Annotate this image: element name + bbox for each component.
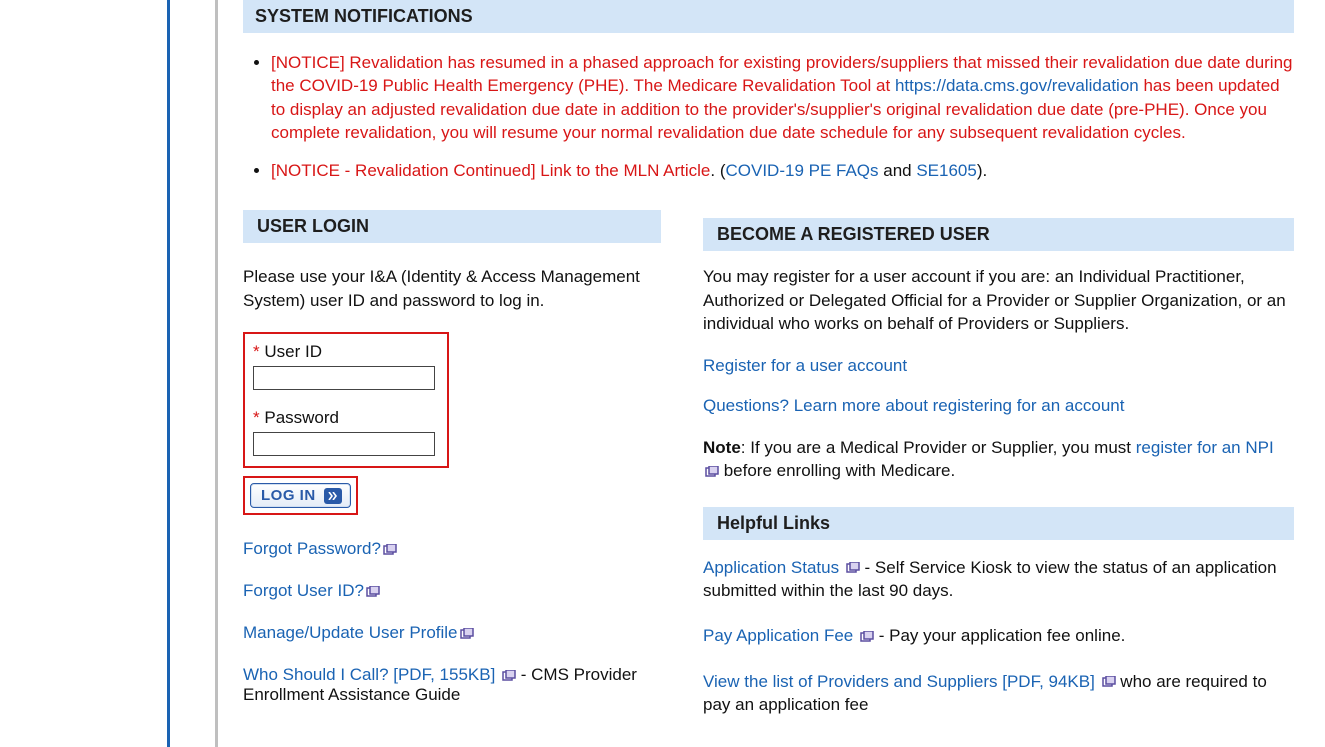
who-should-i-call-link[interactable]: Who Should I Call? [PDF, 155KB] [243, 665, 495, 684]
login-intro-text: Please use your I&A (Identity & Access M… [243, 265, 648, 312]
external-link-icon [846, 562, 860, 574]
note-after: before enrolling with Medicare. [719, 461, 955, 480]
external-link-icon [1102, 676, 1116, 688]
login-button[interactable]: LOG IN [250, 483, 351, 508]
note-row: Note: If you are a Medical Provider or S… [703, 436, 1294, 483]
register-column: BECOME A REGISTERED USER You may registe… [703, 210, 1294, 739]
se1605-link[interactable]: SE1605 [916, 161, 977, 180]
content-panel: SYSTEM NOTIFICATIONS [NOTICE] Revalidati… [215, 0, 1319, 747]
login-button-label: LOG IN [261, 487, 316, 504]
notice-text: . ( [710, 161, 725, 180]
login-help-links: Forgot Password? Forgot User ID? Manage/… [243, 539, 648, 705]
required-star-icon: * [253, 408, 260, 427]
external-link-icon [502, 670, 516, 682]
external-link-icon [366, 586, 380, 598]
register-npi-link[interactable]: register for an NPI [1136, 438, 1274, 457]
notices-list: [NOTICE] Revalidation has resumed in a p… [243, 51, 1294, 182]
external-link-icon [860, 631, 874, 643]
view-providers-suppliers-link[interactable]: View the list of Providers and Suppliers… [703, 672, 1095, 691]
register-intro-text: You may register for a user account if y… [703, 265, 1294, 335]
login-button-highlight: LOG IN [243, 476, 358, 515]
login-column: USER LOGIN Please use your I&A (Identity… [243, 210, 648, 727]
user-login-header: USER LOGIN [243, 210, 661, 243]
note-bold: Note [703, 438, 741, 457]
notice-text: ). [977, 161, 987, 180]
required-star-icon: * [253, 342, 260, 361]
pay-fee-desc: - Pay your application fee online. [874, 626, 1125, 645]
password-label: * Password [253, 408, 439, 428]
system-notifications-header: SYSTEM NOTIFICATIONS [243, 0, 1294, 33]
password-input[interactable] [253, 432, 435, 456]
external-link-icon [460, 628, 474, 640]
chevron-right-icon [324, 488, 342, 504]
pay-application-fee-link[interactable]: Pay Application Fee [703, 626, 853, 645]
external-link-icon [705, 466, 719, 478]
forgot-userid-link[interactable]: Forgot User ID? [243, 581, 364, 600]
covid-faqs-link[interactable]: COVID-19 PE FAQs [725, 161, 878, 180]
login-form-box: * User ID * Password [243, 332, 449, 468]
become-registered-user-header: BECOME A REGISTERED USER [703, 218, 1294, 251]
password-label-text: Password [264, 408, 339, 427]
forgot-password-link[interactable]: Forgot Password? [243, 539, 381, 558]
revalidation-link-b[interactable]: .cms.gov/revalidation [979, 76, 1139, 95]
helpful-links-list: Application Status - Self Service Kiosk … [703, 556, 1294, 717]
helpful-links-header: Helpful Links [703, 507, 1294, 540]
userid-label-text: User ID [264, 342, 322, 361]
manage-profile-link[interactable]: Manage/Update User Profile [243, 623, 458, 642]
notice-item: [NOTICE] Revalidation has resumed in a p… [271, 51, 1294, 145]
note-text: : If you are a Medical Provider or Suppl… [741, 438, 1136, 457]
application-status-link[interactable]: Application Status [703, 558, 839, 577]
register-account-link[interactable]: Register for a user account [703, 356, 907, 375]
questions-register-link[interactable]: Questions? Learn more about registering … [703, 396, 1124, 415]
notice-item: [NOTICE - Revalidation Continued] Link t… [271, 159, 1294, 182]
revalidation-link-a[interactable]: https://data [895, 76, 979, 95]
userid-input[interactable] [253, 366, 435, 390]
userid-label: * User ID [253, 342, 439, 362]
notice-red-text: [NOTICE - Revalidation Continued] Link t… [271, 161, 710, 180]
external-link-icon [383, 544, 397, 556]
notice-text: and [879, 161, 917, 180]
